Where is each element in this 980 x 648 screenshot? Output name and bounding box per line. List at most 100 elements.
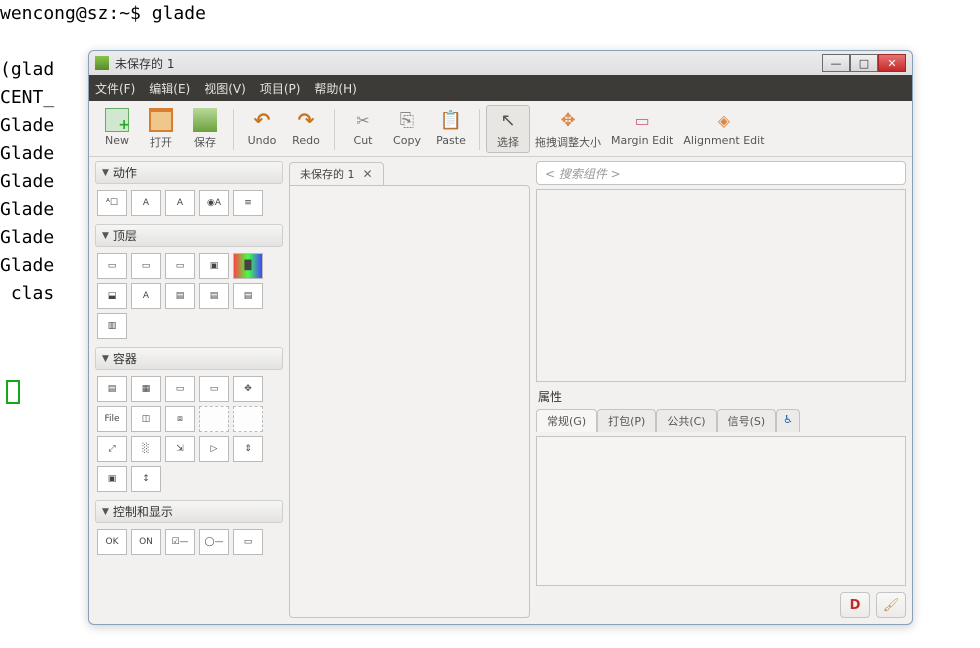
tab-signal[interactable]: 信号(S) — [717, 409, 777, 432]
widget-icon[interactable]: ▥ — [97, 313, 127, 339]
cut-label: Cut — [354, 134, 373, 147]
widget-icon[interactable]: ▭ — [233, 529, 263, 555]
devhelp-button[interactable]: D — [840, 592, 870, 618]
widget-icon[interactable]: ▣ — [199, 253, 229, 279]
new-button[interactable]: New — [95, 105, 139, 150]
widget-icon[interactable]: ▭ — [165, 376, 195, 402]
widget-icon[interactable]: ▭ — [165, 253, 195, 279]
widget-icon[interactable]: ≡ — [233, 190, 263, 216]
menu-help[interactable]: 帮助(H) — [314, 80, 356, 97]
window-title: 未保存的 1 — [115, 55, 822, 72]
widget-icon[interactable]: █ — [233, 253, 263, 279]
widget-icon[interactable]: ON — [131, 529, 161, 555]
close-button[interactable]: ✕ — [878, 54, 906, 72]
toolbar-separator — [479, 109, 480, 150]
widget-icon[interactable]: ◫ — [131, 406, 161, 432]
cut-button[interactable]: ✂ Cut — [341, 105, 385, 150]
widget-icon[interactable]: File — [97, 406, 127, 432]
widget-icon[interactable]: ⇲ — [165, 436, 195, 462]
widget-icon[interactable]: ▣ — [97, 466, 127, 492]
window-controls: — □ ✕ — [822, 54, 906, 72]
undo-label: Undo — [248, 134, 277, 147]
toolbar-separator — [334, 109, 335, 150]
widget-icon[interactable]: ◯— — [199, 529, 229, 555]
copy-icon: ⎘ — [395, 108, 419, 132]
widget-icon[interactable]: ▤ — [233, 283, 263, 309]
widget-icon[interactable]: A — [165, 190, 195, 216]
widget-icon[interactable]: A — [131, 283, 161, 309]
pointer-icon: ↖ — [496, 108, 520, 132]
widget-icon[interactable]: ▤ — [199, 283, 229, 309]
widget-icon[interactable]: ▭ — [97, 253, 127, 279]
widget-icon[interactable]: OK — [97, 529, 127, 555]
redo-label: Redo — [292, 134, 320, 147]
copy-label: Copy — [393, 134, 421, 147]
widget-icon[interactable]: ░ — [131, 436, 161, 462]
tab-a11y[interactable]: ♿ — [776, 409, 800, 432]
widget-icon[interactable]: ⧈ — [165, 406, 195, 432]
design-canvas: 未保存的 1 ✕ — [289, 161, 530, 618]
drag-icon: ✥ — [556, 108, 580, 132]
widget-palette: 动作 ᴬ☐ A A ◉A ≡ 顶层 ▭ ▭ ▭ ▣ █ ⬓ A ▤ ▤ ▤ ▥ — [95, 161, 283, 618]
alignment-edit-button[interactable]: ◈ Alignment Edit — [678, 105, 769, 150]
open-button[interactable]: 打开 — [139, 105, 183, 153]
canvas-area[interactable] — [289, 185, 530, 618]
widget-icon[interactable]: ✥ — [233, 376, 263, 402]
cut-icon: ✂ — [351, 108, 375, 132]
group-control[interactable]: 控制和显示 — [95, 500, 283, 523]
widget-icon[interactable]: ⤢ — [97, 436, 127, 462]
widget-icon[interactable]: ◉A — [199, 190, 229, 216]
select-button[interactable]: ↖ 选择 — [486, 105, 530, 153]
titlebar[interactable]: 未保存的 1 — □ ✕ — [89, 51, 912, 75]
widget-icon[interactable]: ▦ — [131, 376, 161, 402]
widget-icon[interactable]: ▤ — [165, 283, 195, 309]
menu-edit[interactable]: 编辑(E) — [149, 80, 190, 97]
menu-file[interactable]: 文件(F) — [95, 80, 135, 97]
widget-icon[interactable] — [199, 406, 229, 432]
widget-icon[interactable]: ▭ — [131, 253, 161, 279]
group-container[interactable]: 容器 — [95, 347, 283, 370]
widget-icon[interactable]: ▭ — [199, 376, 229, 402]
save-button[interactable]: 保存 — [183, 105, 227, 153]
select-label: 选择 — [497, 134, 519, 150]
widget-tree[interactable] — [536, 189, 906, 382]
widget-icon[interactable]: ⬓ — [97, 283, 127, 309]
widget-icon[interactable]: ☑— — [165, 529, 195, 555]
widget-icon[interactable]: ᴬ☐ — [97, 190, 127, 216]
main-body: 动作 ᴬ☐ A A ◉A ≡ 顶层 ▭ ▭ ▭ ▣ █ ⬓ A ▤ ▤ ▤ ▥ — [89, 157, 912, 624]
toolbar: New 打开 保存 ↶ Undo ↷ Redo ✂ Cut ⎘ Copy 📋 — [89, 101, 912, 157]
minimize-button[interactable]: — — [822, 54, 850, 72]
menu-project[interactable]: 项目(P) — [260, 80, 301, 97]
properties-area[interactable] — [536, 436, 906, 586]
properties-tabs: 常规(G) 打包(P) 公共(C) 信号(S) ♿ — [536, 409, 906, 432]
bottom-buttons: D 🖌 — [536, 590, 906, 618]
tab-pack[interactable]: 打包(P) — [597, 409, 656, 432]
align-icon: ◈ — [712, 108, 736, 132]
maximize-button[interactable]: □ — [850, 54, 878, 72]
margin-icon: ▭ — [630, 108, 654, 132]
close-icon[interactable]: ✕ — [363, 167, 373, 181]
widget-icon[interactable]: ↕ — [131, 466, 161, 492]
paste-button[interactable]: 📋 Paste — [429, 105, 473, 150]
paste-icon: 📋 — [439, 108, 463, 132]
drag-resize-button[interactable]: ✥ 拖拽调整大小 — [530, 105, 606, 153]
undo-icon: ↶ — [250, 108, 274, 132]
clear-button[interactable]: 🖌 — [876, 592, 906, 618]
margin-edit-button[interactable]: ▭ Margin Edit — [606, 105, 678, 150]
widget-icon[interactable] — [233, 406, 263, 432]
widget-icon[interactable]: ⇕ — [233, 436, 263, 462]
widget-icon[interactable]: ▷ — [199, 436, 229, 462]
search-input[interactable]: < 搜索组件 > — [536, 161, 906, 185]
undo-button[interactable]: ↶ Undo — [240, 105, 284, 150]
redo-button[interactable]: ↷ Redo — [284, 105, 328, 150]
group-actions[interactable]: 动作 — [95, 161, 283, 184]
widget-icon[interactable]: A — [131, 190, 161, 216]
redo-icon: ↷ — [294, 108, 318, 132]
tab-common[interactable]: 公共(C) — [656, 409, 716, 432]
widget-icon[interactable]: ▤ — [97, 376, 127, 402]
group-toplevel[interactable]: 顶层 — [95, 224, 283, 247]
copy-button[interactable]: ⎘ Copy — [385, 105, 429, 150]
tab-general[interactable]: 常规(G) — [536, 409, 597, 432]
menu-view[interactable]: 视图(V) — [204, 80, 246, 97]
canvas-tab[interactable]: 未保存的 1 ✕ — [289, 162, 384, 185]
